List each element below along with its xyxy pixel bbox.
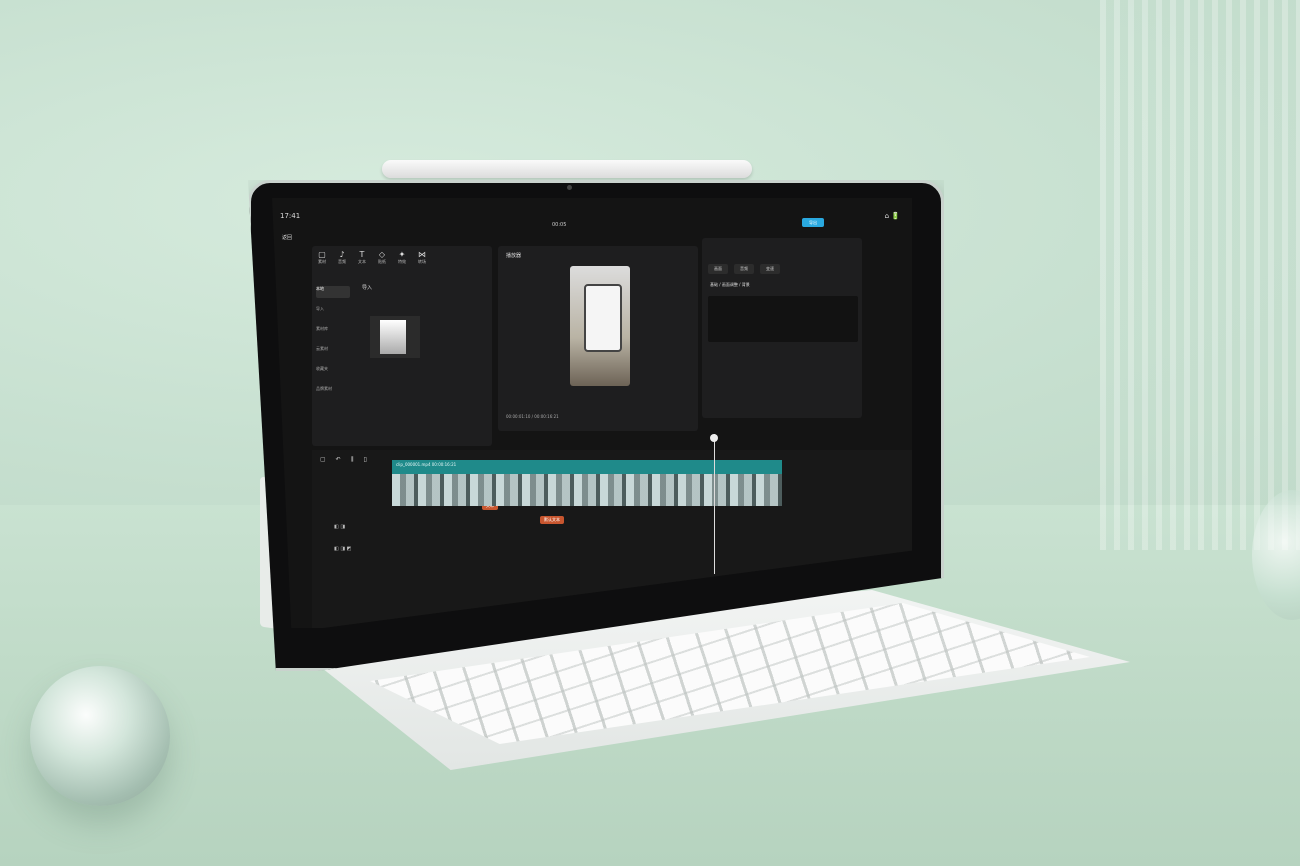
property-description: 基础 / 画面调整 / 背景 [710,282,750,287]
back-button[interactable]: 返回 [282,234,292,241]
timeline-toolbar: ▢ ↶ ⫼ ▯ [320,456,367,464]
tool-transition[interactable]: ⋈ 转场 [418,250,426,268]
undo-icon[interactable]: ↶ [336,456,341,464]
project-duration: 00:05 [552,222,567,228]
tool-effects[interactable]: ✦ 特效 [398,250,406,268]
media-toolbar: ▢ 素材 ♪ 音频 T 文本 ◇ 贴纸 ✦ 特效 ⋈ 转场 [312,250,498,268]
status-time: 17:41 [280,212,301,220]
preview-timecode: 00:00:01:10 / 00:00:16:21 [506,414,559,419]
tool-sticker[interactable]: ◇ 贴纸 [378,250,386,268]
select-icon[interactable]: ▢ [320,456,326,464]
sticker-icon: ◇ [378,250,386,259]
media-side-menu: 本地 导入 素材库 云素材 收藏夹 品牌素材 [316,286,350,406]
media-thumbnail[interactable] [370,316,420,358]
tool-media[interactable]: ▢ 素材 [318,250,326,268]
effects-icon: ✦ [398,250,406,259]
playhead-handle[interactable] [710,434,718,442]
tab-audio[interactable]: 音频 [734,264,754,274]
tool-audio[interactable]: ♪ 音频 [338,250,346,268]
tab-speed[interactable]: 变速 [760,264,780,274]
video-clip-label: clip_000001.mp4 00:00:16:21 [396,462,457,467]
preview-panel: 播放器 00:00:01:10 / 00:00:16:21 [498,246,698,431]
split-icon[interactable]: ⫼ [351,456,354,464]
playhead[interactable] [714,434,715,574]
track-controls-text[interactable]: ◧ ◨ [334,524,345,530]
import-button[interactable]: 导入 [362,284,372,291]
tool-text[interactable]: T 文本 [358,250,366,268]
text-icon: T [359,250,365,259]
side-menu-local[interactable]: 本地 [316,286,350,298]
preview-frame [570,266,630,386]
property-tabs: 画面 音频 变速 [708,264,780,274]
transition-icon: ⋈ [418,250,426,259]
side-menu-brand[interactable]: 品牌素材 [316,386,350,398]
preview-title: 播放器 [506,253,522,259]
status-icons: ⌂ 🔋 [884,212,900,220]
audio-icon: ♪ [339,250,345,259]
phone-in-video [584,284,622,352]
side-menu-cloud[interactable]: 云素材 [316,346,350,358]
text-clip-2[interactable]: 默认文本 [540,516,564,524]
media-panel: ▢ 素材 ♪ 音频 T 文本 ◇ 贴纸 ✦ 特效 ⋈ 转场 本地 导入 素材库 云素材 收藏… [312,246,492,446]
video-filmstrip [392,474,782,506]
side-menu-favorites[interactable]: 收藏夹 [316,366,350,378]
media-icon: ▢ [318,250,326,259]
property-panel: 画面 音频 变速 基础 / 画面调整 / 背景 [702,238,862,418]
property-settings-box [708,296,858,342]
ribbed-glass-panel [1100,0,1300,550]
stylus-pen [382,160,752,178]
track-controls-video[interactable]: ◧ ◨ ◩ [334,546,351,552]
tab-picture[interactable]: 画面 [708,264,728,274]
side-menu-library[interactable]: 素材库 [316,326,350,338]
side-menu-import[interactable]: 导入 [316,306,350,318]
front-camera [567,185,572,190]
delete-icon[interactable]: ▯ [363,456,366,464]
video-track[interactable]: clip_000001.mp4 00:00:16:21 [392,460,782,506]
export-button[interactable]: 导出 [802,218,824,227]
glass-sphere [30,666,170,806]
